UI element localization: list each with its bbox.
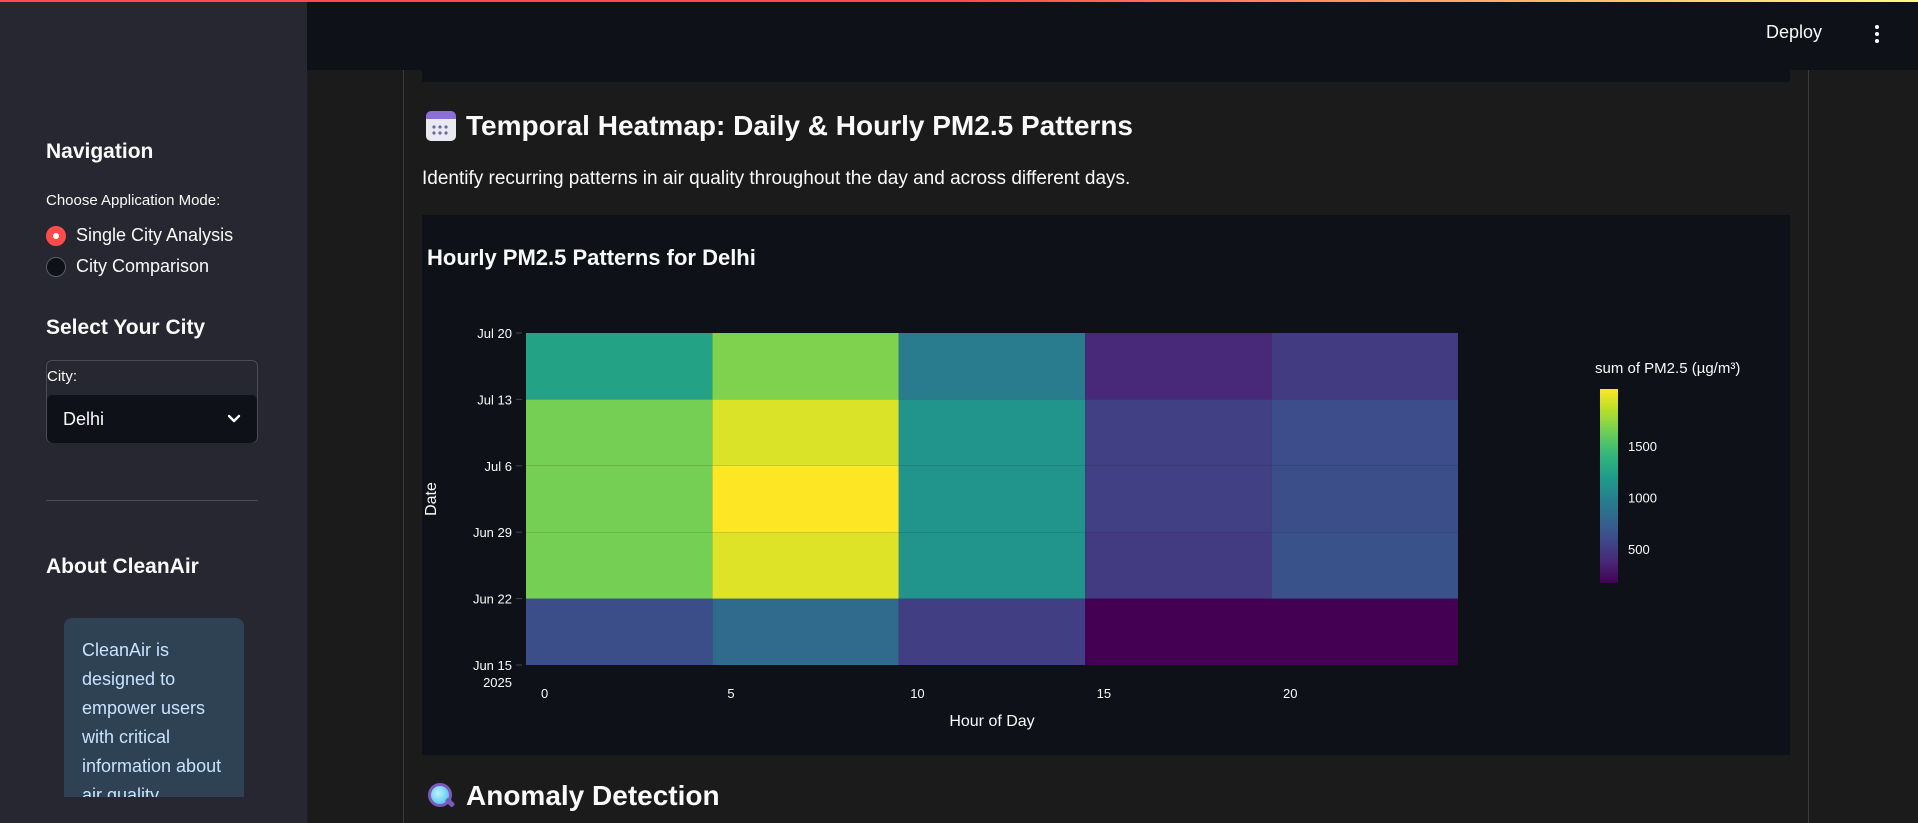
heatmap-cell[interactable]: [1085, 465, 1272, 533]
x-tick-label: 20: [1283, 686, 1297, 701]
content-left-border: [403, 70, 404, 823]
heatmap-cell[interactable]: [526, 532, 713, 599]
sidebar-bottom-edge: [0, 797, 307, 823]
heatmap-cell[interactable]: [712, 598, 899, 665]
heatmap-cell[interactable]: [1271, 333, 1458, 400]
y-tick-label: Jul 13: [477, 392, 512, 407]
city-dropdown[interactable]: Delhi: [47, 395, 257, 443]
content-right-border: [1808, 70, 1809, 823]
heatmap-cell[interactable]: [712, 532, 899, 599]
kebab-menu-icon[interactable]: [1870, 22, 1884, 46]
heatmap-section-title: Temporal Heatmap: Daily & Hourly PM2.5 P…: [466, 110, 1133, 141]
x-tick-label: 0: [541, 686, 548, 701]
heatmap-cell[interactable]: [898, 399, 1086, 466]
colorbar-tick-label: 500: [1628, 542, 1650, 557]
heatmap-section-heading: Temporal Heatmap: Daily & Hourly PM2.5 P…: [426, 110, 1133, 142]
heatmap-cell[interactable]: [1085, 399, 1272, 466]
select-city-heading: Select Your City: [46, 316, 206, 339]
radio-unselected-icon: [46, 256, 66, 277]
colorbar-tick-label: 1000: [1628, 490, 1657, 505]
radio-selected-icon: [46, 225, 66, 246]
heatmap-cell[interactable]: [1271, 399, 1458, 466]
mode-label: Choose Application Mode:: [46, 192, 221, 209]
about-info-card: CleanAir is designed to empower users wi…: [64, 618, 244, 823]
heatmap-cell[interactable]: [712, 465, 899, 533]
x-tick-label: 10: [910, 686, 924, 701]
x-axis-title: Hour of Day: [949, 713, 1034, 730]
heatmap-cell[interactable]: [526, 598, 713, 665]
main-content: Temporal Heatmap: Daily & Hourly PM2.5 P…: [307, 70, 1918, 823]
heatmap-chart-panel[interactable]: Hourly PM2.5 Patterns for Delhi Jun 15 202…: [422, 215, 1790, 755]
about-heading: About CleanAir: [46, 555, 199, 578]
x-tick-label: 15: [1097, 686, 1111, 701]
chart-title: Hourly PM2.5 Patterns for Delhi: [427, 245, 756, 270]
heatmap-cell[interactable]: [1271, 532, 1458, 599]
app-header: Deploy: [307, 0, 1918, 70]
heatmap-cell[interactable]: [898, 333, 1086, 400]
city-value: Delhi: [63, 408, 105, 429]
y-tick-label: Jul 6: [485, 459, 512, 474]
heatmap-cell[interactable]: [712, 399, 899, 466]
radio-city-comparison[interactable]: City Comparison: [46, 256, 209, 277]
chevron-down-icon: [227, 414, 241, 423]
top-decoration-bar: [0, 0, 1918, 2]
radio-label: City Comparison: [76, 256, 210, 276]
radio-label: Single City Analysis: [76, 225, 234, 245]
heatmap-cell[interactable]: [1085, 598, 1272, 665]
sidebar-divider: [46, 500, 258, 501]
heatmap-cell[interactable]: [1085, 333, 1272, 400]
y-tick-label: Jul 20: [477, 326, 512, 341]
y-tick-label: Jun 29: [473, 525, 512, 540]
heatmap-description: Identify recurring patterns in air quali…: [422, 168, 1131, 189]
heatmap-cell[interactable]: [526, 399, 713, 466]
heatmap-cell[interactable]: [526, 465, 713, 533]
anomaly-section-heading: Anomaly Detection: [426, 780, 720, 812]
colorbar-title: sum of PM2.5 (µg/m³): [1595, 360, 1740, 377]
heatmap-cell[interactable]: [526, 333, 713, 400]
colorbar-tick-label: 1500: [1628, 439, 1657, 454]
x-tick-label: 5: [727, 686, 734, 701]
sidebar: Navigation Choose Application Mode: Sing…: [0, 0, 307, 823]
heatmap-cell[interactable]: [898, 465, 1086, 533]
heatmap-cell[interactable]: [898, 532, 1086, 599]
about-text: CleanAir is designed to empower users wi…: [82, 640, 222, 805]
y-axis-title: Date: [423, 482, 440, 516]
heatmap-cell[interactable]: [1271, 465, 1458, 533]
colorbar: [1600, 389, 1618, 583]
heatmap-chart[interactable]: Hourly PM2.5 Patterns for DelhiJun 15202…: [422, 215, 1790, 755]
calendar-icon: [426, 111, 456, 141]
heatmap-cell[interactable]: [898, 598, 1086, 665]
y-tick-label: Jun 22: [473, 592, 512, 607]
y-tick-label: Jun 15: [473, 658, 512, 673]
navigation-heading: Navigation: [46, 140, 154, 163]
city-selectbox: City: Delhi: [46, 360, 258, 443]
magnifier-icon: [426, 781, 456, 811]
heatmap-cell[interactable]: [1271, 598, 1458, 665]
city-field-label: City:: [47, 368, 77, 385]
anomaly-section-title: Anomaly Detection: [466, 780, 720, 811]
y-tick-sublabel: 2025: [483, 675, 512, 690]
previous-chart-panel-edge: [422, 70, 1790, 82]
deploy-button[interactable]: Deploy: [1766, 22, 1822, 43]
heatmap-cell[interactable]: [712, 333, 899, 400]
heatmap-cell[interactable]: [1085, 532, 1272, 599]
radio-single-city[interactable]: Single City Analysis: [46, 225, 233, 246]
